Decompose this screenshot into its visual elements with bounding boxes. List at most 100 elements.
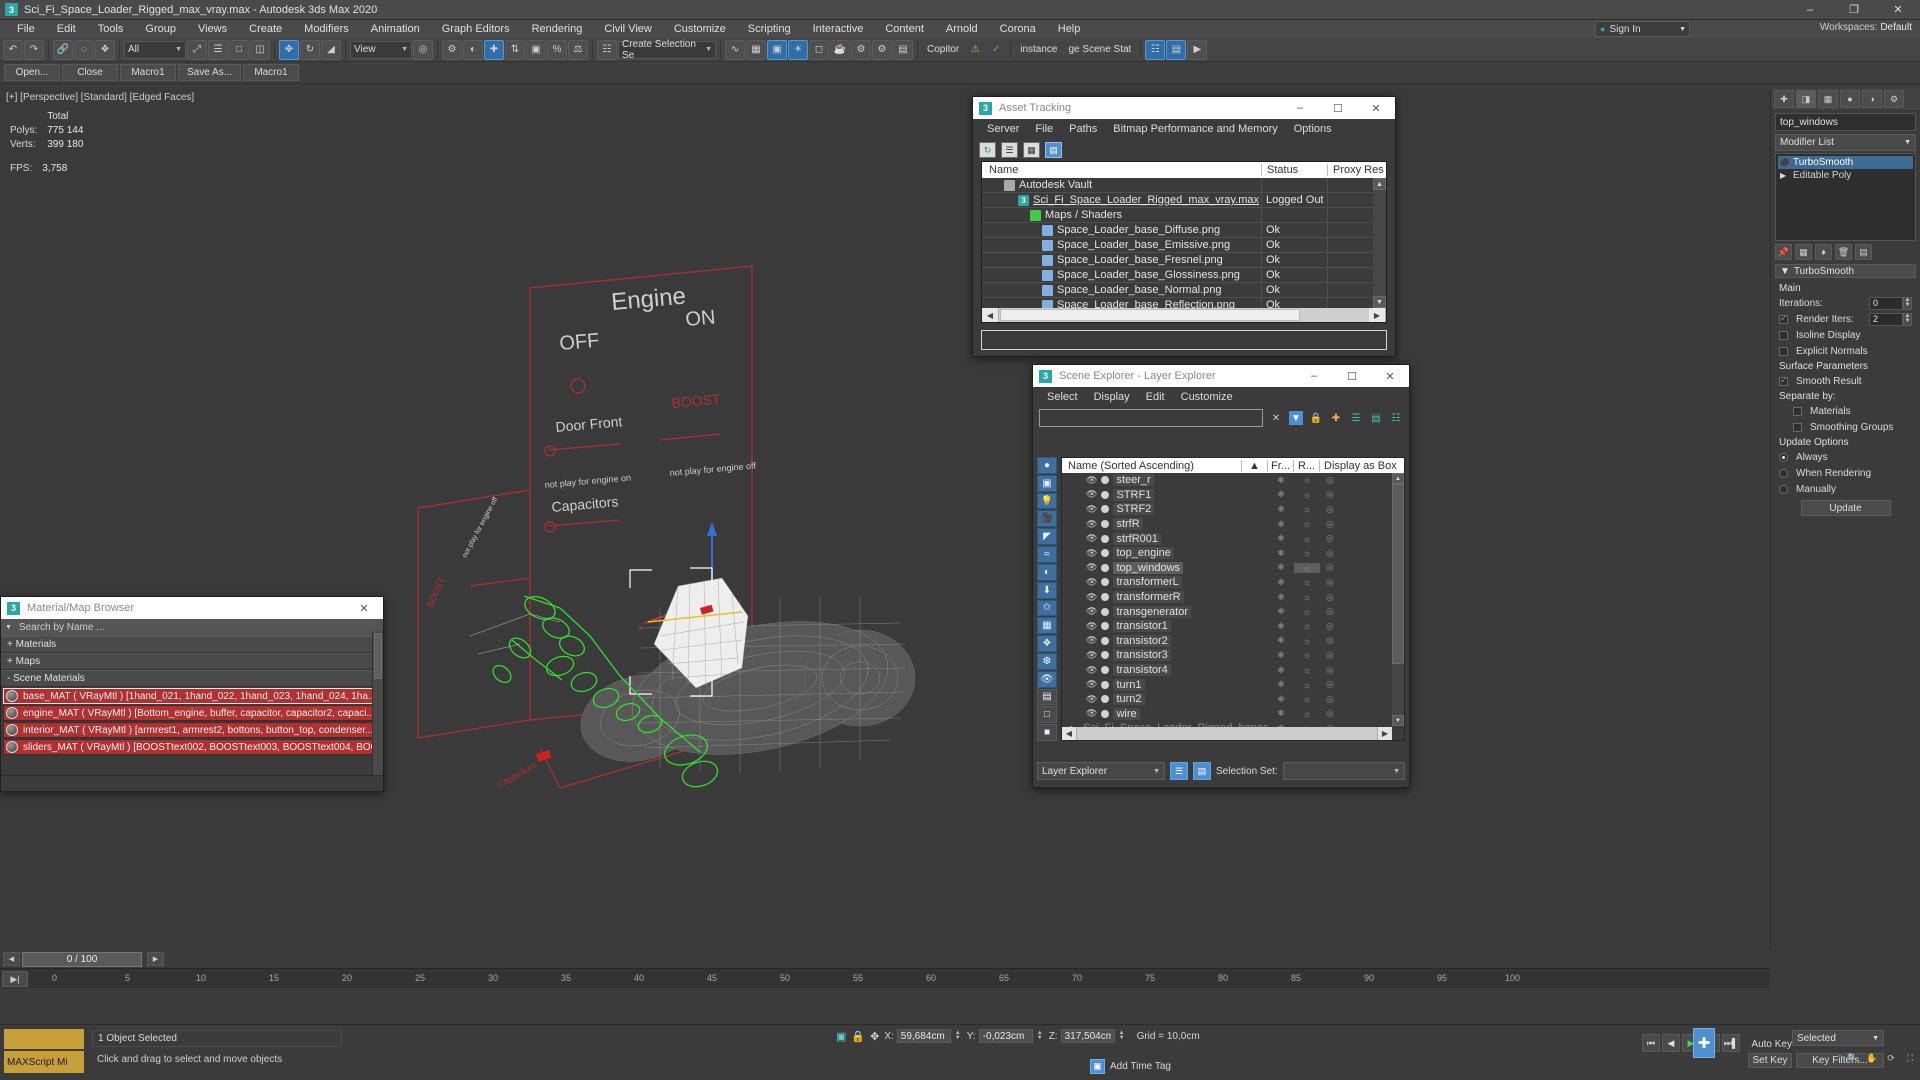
separate-smoothing-groups-row[interactable]: Smoothing Groups [1779, 420, 1912, 434]
perspective-viewport[interactable]: [+] [Perspective] [Standard] [Edged Face… [0, 88, 1770, 950]
render-cell[interactable]: ☼ [1294, 490, 1320, 500]
eye-icon[interactable]: 👁 [1086, 694, 1097, 705]
color-swatch[interactable] [1101, 622, 1110, 631]
asset-tracking-grid[interactable]: Name Status Proxy Res Autodesk Vault 3 S… [981, 161, 1387, 323]
list-item[interactable]: 👁 transistor1 ✱ ☼ ◎ [1062, 619, 1404, 634]
separate-materials-row[interactable]: Materials [1779, 404, 1912, 418]
isolation-selection-icon[interactable]: ▣ [836, 1030, 846, 1043]
color-swatch[interactable] [1101, 666, 1110, 675]
spinner-arrows-icon[interactable]: ▲ ▼ [1903, 312, 1912, 326]
spinner-arrows-icon[interactable]: ▲ ▼ [1036, 1029, 1044, 1043]
previous-frame-button[interactable]: ◀ [1662, 1034, 1680, 1052]
materials-section-header[interactable]: + Materials [1, 636, 383, 653]
check-icon[interactable]: ✓ [986, 40, 1006, 60]
list-view-icon[interactable]: ☰ [1001, 142, 1018, 158]
se-menu-display[interactable]: Display [1086, 387, 1138, 407]
maps-section-header[interactable]: + Maps [1, 653, 383, 670]
detail-view-icon[interactable]: ▦ [1023, 142, 1040, 158]
scroll-right-icon[interactable]: ▶ [1369, 308, 1386, 322]
color-swatch[interactable] [1101, 578, 1110, 587]
asset-tracking-window[interactable]: 3 Asset Tracking – ☐ ✕ Server File Paths… [972, 96, 1396, 357]
at-menu-paths[interactable]: Paths [1061, 119, 1105, 139]
column-sort-arrow[interactable]: ▲ [1242, 459, 1268, 472]
macro1-button-2[interactable]: Macro1 [243, 64, 300, 81]
close-button[interactable]: ✕ [1357, 97, 1395, 119]
track-line[interactable] [164, 950, 1770, 968]
column-render[interactable]: R... [1294, 459, 1320, 472]
list-item[interactable]: 👁 transgenerator ✱ ☼ ◎ [1062, 604, 1404, 619]
eye-icon[interactable]: 👁 [1086, 665, 1097, 676]
column-display-as-box[interactable]: Display as Box [1320, 460, 1404, 472]
maximize-button[interactable]: ❐ [1832, 0, 1876, 20]
object-name-field[interactable]: top_windows [1775, 113, 1916, 131]
frozen-cell[interactable]: ✱ [1268, 562, 1294, 573]
color-swatch[interactable] [1101, 549, 1110, 558]
table-row[interactable]: Autodesk Vault [982, 178, 1386, 193]
eye-icon[interactable]: 👁 [1086, 548, 1097, 559]
scene-explorer-window[interactable]: 3 Scene Explorer - Layer Explorer – ☐ ✕ … [1032, 364, 1410, 788]
color-swatch[interactable] [1101, 534, 1110, 543]
frozen-cell[interactable]: ✱ [1268, 694, 1294, 705]
extras-icon[interactable]: ▶ [1187, 39, 1208, 60]
named-selection-icon[interactable]: ▣ [526, 39, 546, 60]
menu-corona[interactable]: Corona [989, 20, 1047, 38]
eye-icon[interactable]: 👁 [1086, 650, 1097, 661]
minimize-button[interactable]: – [1281, 97, 1319, 119]
open-button[interactable]: Open... [4, 64, 60, 81]
color-swatch[interactable] [1101, 709, 1110, 718]
eye-icon[interactable]: 👁 [1086, 606, 1097, 617]
column-name[interactable]: Name [982, 164, 1262, 176]
update-always-radio[interactable] [1779, 452, 1788, 462]
modifier-stack-item-turbosmooth[interactable]: ⚫ TurboSmooth [1778, 156, 1913, 169]
scroll-down-icon[interactable]: ▼ [1392, 715, 1404, 726]
at-menu-options[interactable]: Options [1286, 119, 1340, 139]
geometry-filter-icon[interactable]: ▣ [1037, 474, 1057, 492]
color-swatch[interactable] [1101, 490, 1110, 499]
select-link-icon[interactable]: 🔗 [53, 39, 73, 60]
search-input[interactable] [1039, 409, 1263, 427]
material-browser-scrollbar[interactable] [372, 631, 383, 777]
eye-icon[interactable]: 👁 [1086, 577, 1097, 588]
list-item[interactable]: 👁 top_engine ✱ ☼ ◎ [1062, 546, 1404, 561]
track-bar[interactable]: ◀ 0 / 100 ▶ [0, 950, 1770, 968]
list-item[interactable]: 👁 turn1 ✱ ☼ ◎ [1062, 677, 1404, 692]
list-item[interactable]: 👁 strfR ✱ ☼ ◎ [1062, 517, 1404, 532]
se-menu-edit[interactable]: Edit [1138, 387, 1173, 407]
spacewarps-filter-icon[interactable]: ≈ [1037, 546, 1057, 563]
shapes-filter-icon[interactable]: ✩ [1037, 599, 1057, 617]
frozen-cell[interactable]: ✱ [1268, 504, 1294, 515]
modify-tab-icon[interactable]: ◨ [1796, 90, 1816, 108]
extra-filter-icon[interactable]: ▤ [1037, 688, 1057, 706]
scene-explorer-vertical-scrollbar[interactable]: ▲ ▼ [1392, 473, 1404, 726]
spinner-arrows-icon[interactable]: ▲ ▼ [954, 1029, 962, 1043]
key-filter-selected-combo[interactable]: Selected ▼ [1792, 1030, 1884, 1046]
update-button[interactable]: Update [1800, 500, 1891, 516]
menu-edit[interactable]: Edit [46, 20, 87, 38]
menu-content[interactable]: Content [874, 20, 935, 38]
render-iters-checkbox[interactable] [1779, 313, 1788, 324]
render-cell[interactable]: ☼ [1294, 577, 1320, 587]
make-unique-icon[interactable]: ♦ [1815, 244, 1832, 260]
eye-icon[interactable]: 👁 [1086, 475, 1097, 486]
frozen-cell[interactable]: ✱ [1268, 592, 1294, 603]
frozen-cell[interactable]: ✱ [1268, 665, 1294, 676]
scene-explorer-list[interactable]: Name (Sorted Ascending) ▲ Fr... R... Dis… [1061, 457, 1405, 741]
select-by-name-icon[interactable]: ☰ [208, 39, 228, 60]
list-item[interactable]: sliders_MAT ( VRayMtl ) [BOOSTtext002, B… [3, 739, 381, 755]
percent-snap-icon[interactable]: ✚ [484, 39, 504, 60]
utilities-tab-icon[interactable]: ⚙ [1884, 90, 1904, 108]
undo-icon[interactable]: ↶ [3, 39, 23, 60]
move-gizmo-icon[interactable]: ✥ [870, 1030, 879, 1043]
sign-in-button[interactable]: ● Sign In ▼ [1595, 21, 1690, 37]
isoline-display-row[interactable]: Isoline Display [1779, 328, 1912, 342]
layer-explorer-icon[interactable]: ☷ [597, 39, 617, 60]
mirror-icon[interactable]: % [547, 39, 567, 60]
pivot-point-icon[interactable]: ◎ [413, 39, 433, 60]
menu-tools[interactable]: Tools [87, 20, 135, 38]
se-menu-customize[interactable]: Customize [1173, 387, 1241, 407]
render-cell[interactable]: ☼ [1294, 636, 1320, 646]
scene-converter-icon[interactable]: ☷ [1145, 39, 1166, 60]
bones-filter-icon[interactable]: ⬇ [1037, 581, 1057, 599]
align-icon[interactable]: ⚖ [568, 39, 588, 60]
update-when-rendering-radio[interactable] [1779, 468, 1788, 478]
